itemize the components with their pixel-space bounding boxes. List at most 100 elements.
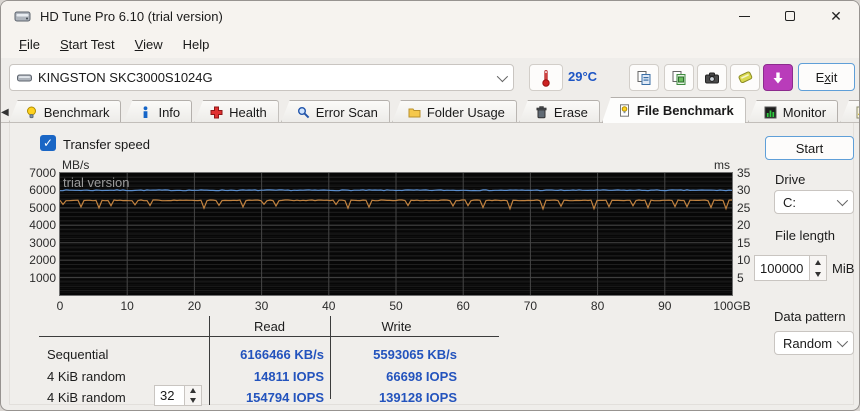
row-label-sequential: Sequential xyxy=(47,347,108,362)
chevron-down-icon xyxy=(837,336,848,347)
table-divider-1 xyxy=(209,316,210,405)
file-length-spinner xyxy=(810,255,827,281)
menu-view[interactable]: View xyxy=(125,34,173,55)
lightbulb-icon xyxy=(25,106,38,119)
close-button[interactable]: ✕ xyxy=(813,1,859,31)
tab-folder-usage[interactable]: Folder Usage xyxy=(392,100,517,123)
menu-file[interactable]: File xyxy=(9,34,50,55)
copy-image-button[interactable] xyxy=(664,64,694,91)
menu-help[interactable]: Help xyxy=(173,34,220,55)
left-tick: 2000 xyxy=(22,254,56,267)
drive-combobox[interactable]: C: xyxy=(774,190,854,214)
right-tick: 15 xyxy=(737,237,763,250)
maximize-icon xyxy=(785,11,795,21)
queue-depth-spinner xyxy=(185,385,202,406)
temperature-value: 29°C xyxy=(568,69,597,84)
tab-random-access[interactable]: Random Access xyxy=(840,100,860,123)
sequential-write-value: 5593065 KB/s xyxy=(337,347,457,362)
tab-health[interactable]: Health xyxy=(194,100,279,123)
x-tick: 50 xyxy=(371,300,421,313)
table-header-rule xyxy=(39,336,499,337)
queue-depth-input[interactable]: 32 xyxy=(154,385,185,406)
x-tick: 90 xyxy=(640,300,690,313)
file-benchmark-icon xyxy=(618,104,631,117)
x-tick: 70 xyxy=(505,300,555,313)
left-tick: 3000 xyxy=(22,237,56,250)
monitor-chart-icon xyxy=(764,106,777,119)
random-qd32-read-value: 154794 IOPS xyxy=(212,390,324,405)
x-tick: 0 xyxy=(35,300,85,313)
health-cross-icon xyxy=(210,106,223,119)
x-tick: 20 xyxy=(169,300,219,313)
arrow-up-icon xyxy=(815,260,821,265)
x-tick: 60 xyxy=(438,300,488,313)
row-label-4kib-random: 4 KiB random xyxy=(47,369,126,384)
tab-file-benchmark[interactable]: File Benchmark xyxy=(602,97,746,123)
tab-benchmark[interactable]: Benchmark xyxy=(9,100,122,123)
right-tick: 35 xyxy=(737,167,763,180)
table-divider-2 xyxy=(330,316,331,399)
trash-icon xyxy=(535,106,548,119)
disk-icon xyxy=(17,73,32,83)
minimize-icon xyxy=(739,16,750,17)
left-tick: 6000 xyxy=(22,184,56,197)
right-axis-unit: ms xyxy=(714,158,730,172)
tab-error-scan[interactable]: Error Scan xyxy=(281,100,390,123)
read-column-header: Read xyxy=(212,319,327,334)
screenshot-button[interactable] xyxy=(697,64,727,91)
transfer-speed-checkbox[interactable]: ✓ xyxy=(40,135,56,151)
arrow-left-icon: ◀ xyxy=(1,107,9,118)
left-axis-unit: MB/s xyxy=(62,158,89,172)
tab-erase[interactable]: Erase xyxy=(519,100,600,123)
folder-icon xyxy=(408,106,421,119)
export-button[interactable] xyxy=(763,64,793,91)
drive-selector-combobox[interactable]: KINGSTON SKC3000S1024G xyxy=(9,64,514,91)
file-length-label: File length xyxy=(775,228,835,243)
arrow-up-icon xyxy=(190,388,196,393)
tab-info[interactable]: Info xyxy=(123,100,192,123)
write-column-header: Write xyxy=(334,319,459,334)
x-tick: 30 xyxy=(237,300,287,313)
close-icon: ✕ xyxy=(830,8,842,25)
save-button[interactable] xyxy=(730,64,760,91)
drive-selector-value: KINGSTON SKC3000S1024G xyxy=(38,70,213,85)
thermometer-icon xyxy=(539,69,553,87)
left-tick: 4000 xyxy=(22,219,56,232)
exit-button[interactable]: Exit xyxy=(798,63,855,91)
tab-scroll-left-button[interactable]: ◀ xyxy=(1,101,9,123)
trial-watermark: trial version xyxy=(63,175,129,190)
right-tick: 20 xyxy=(737,219,763,232)
camera-icon xyxy=(704,71,720,85)
right-tick: 25 xyxy=(737,202,763,215)
spin-up-button[interactable] xyxy=(810,256,826,268)
sequential-read-value: 6166466 KB/s xyxy=(212,347,324,362)
chevron-down-icon xyxy=(497,70,508,81)
maximize-button[interactable] xyxy=(767,1,813,31)
drive-value: C: xyxy=(783,195,796,210)
menubar: File Start Test View Help xyxy=(1,31,859,58)
copy-text-button[interactable] xyxy=(629,64,659,91)
download-arrow-icon xyxy=(771,71,785,85)
random-read-value: 14811 IOPS xyxy=(212,369,324,384)
left-tick: 5000 xyxy=(22,202,56,215)
copy-text-icon xyxy=(636,70,652,86)
temperature-button[interactable] xyxy=(529,64,563,91)
start-button[interactable]: Start xyxy=(765,136,854,160)
x-tick: 100GB xyxy=(707,300,757,313)
chart-plot-area xyxy=(60,173,732,295)
window-controls: ✕ xyxy=(721,1,859,31)
spin-down-button[interactable] xyxy=(810,268,826,280)
data-pattern-value: Random xyxy=(783,336,832,351)
spin-down-button[interactable] xyxy=(185,396,201,406)
data-pattern-combobox[interactable]: Random xyxy=(774,331,854,355)
window-title: HD Tune Pro 6.10 (trial version) xyxy=(40,9,223,24)
file-length-unit: MiB xyxy=(832,261,854,276)
file-length-input[interactable]: 100000 xyxy=(754,255,810,281)
tab-monitor[interactable]: Monitor xyxy=(748,100,838,123)
spin-up-button[interactable] xyxy=(185,386,201,396)
menu-start-test[interactable]: Start Test xyxy=(50,34,125,55)
tab-strip: ◀ Benchmark Info Health xyxy=(1,97,859,123)
minimize-button[interactable] xyxy=(721,1,767,31)
arrow-down-icon xyxy=(190,398,196,403)
left-tick: 1000 xyxy=(22,272,56,285)
